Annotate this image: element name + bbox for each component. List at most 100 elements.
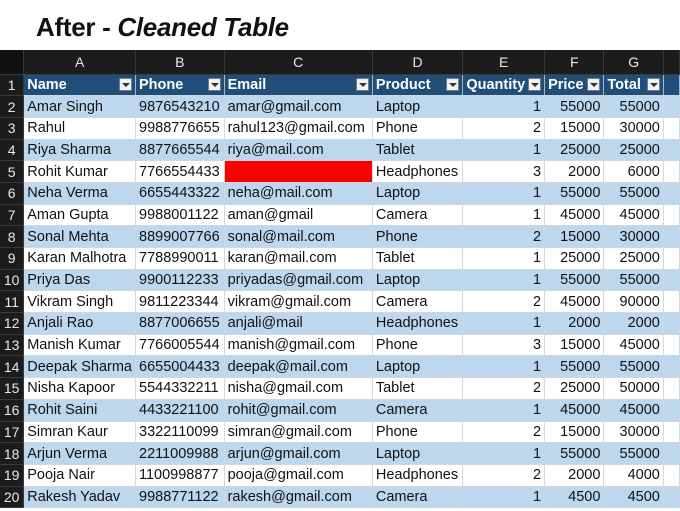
row-number[interactable]: 3 — [0, 117, 25, 140]
row-number[interactable]: 6 — [0, 182, 25, 205]
cell-quantity[interactable]: 2 — [462, 225, 546, 248]
cell-product[interactable]: Laptop — [372, 442, 464, 465]
row-number[interactable]: 1 — [0, 74, 25, 97]
cell-price[interactable]: 55000 — [544, 269, 605, 292]
cell-email[interactable]: deepak@mail.com — [224, 355, 373, 379]
cell-partial[interactable] — [663, 182, 680, 205]
row-number[interactable]: 13 — [0, 334, 25, 357]
cell-price[interactable]: 25000 — [544, 139, 605, 162]
row-number[interactable]: 11 — [0, 290, 25, 314]
cell-name[interactable]: Rakesh Yadav — [23, 486, 136, 509]
cell-price[interactable]: 25000 — [544, 247, 605, 270]
cell-price[interactable]: 2000 — [544, 464, 605, 487]
filter-dropdown-icon[interactable] — [646, 78, 660, 92]
cell-name[interactable]: Pooja Nair — [23, 464, 136, 487]
cell-phone[interactable]: 9876543210 — [135, 95, 225, 118]
cell-phone[interactable]: 9988776655 — [135, 117, 225, 140]
cell-product[interactable]: Headphones — [372, 312, 464, 335]
cell-partial[interactable] — [663, 442, 680, 465]
cell-quantity[interactable]: 1 — [462, 204, 546, 227]
column-letter[interactable]: D — [372, 50, 464, 75]
cell-product[interactable]: Phone — [372, 225, 464, 248]
cell-email[interactable]: simran@gmail.com — [224, 421, 373, 444]
column-letter-partial[interactable] — [663, 50, 680, 75]
cell-email[interactable] — [224, 160, 373, 183]
cell-product[interactable]: Phone — [372, 117, 464, 140]
cell-price[interactable]: 15000 — [544, 117, 605, 140]
row-number[interactable]: 19 — [0, 464, 25, 487]
cell-product[interactable]: Headphones — [372, 464, 464, 487]
column-letter[interactable]: E — [462, 50, 546, 75]
cell-email[interactable]: nisha@gmail.com — [224, 377, 373, 400]
cell-quantity[interactable]: 3 — [462, 160, 546, 183]
cell-quantity[interactable]: 1 — [462, 139, 546, 162]
cell-total[interactable]: 30000 — [603, 117, 664, 140]
cell-name[interactable]: Rohit Kumar — [23, 160, 136, 183]
header-cell-partial[interactable] — [663, 74, 680, 97]
cell-total[interactable]: 6000 — [603, 160, 664, 183]
cell-partial[interactable] — [663, 399, 680, 422]
header-cell-product[interactable]: Product — [372, 74, 464, 97]
filter-dropdown-icon[interactable] — [355, 78, 369, 92]
filter-dropdown-icon[interactable] — [587, 78, 601, 92]
cell-name[interactable]: Deepak Sharma — [23, 355, 136, 379]
row-number[interactable]: 9 — [0, 247, 25, 270]
cell-name[interactable]: Vikram Singh — [23, 290, 136, 314]
cell-product[interactable]: Camera — [372, 399, 464, 422]
cell-price[interactable]: 4500 — [544, 486, 605, 509]
cell-name[interactable]: Simran Kaur — [23, 421, 136, 444]
row-number[interactable]: 10 — [0, 269, 25, 292]
cell-phone[interactable]: 5544332211 — [135, 377, 225, 400]
cell-quantity[interactable]: 1 — [462, 247, 546, 270]
cell-price[interactable]: 2000 — [544, 160, 605, 183]
cell-name[interactable]: Anjali Rao — [23, 312, 136, 335]
cell-phone[interactable]: 8899007766 — [135, 225, 225, 248]
cell-phone[interactable]: 9988001122 — [135, 204, 225, 227]
cell-partial[interactable] — [663, 421, 680, 444]
header-cell-name[interactable]: Name — [23, 74, 136, 97]
cell-partial[interactable] — [663, 117, 680, 140]
cell-total[interactable]: 45000 — [603, 204, 664, 227]
cell-total[interactable]: 30000 — [603, 225, 664, 248]
row-number[interactable]: 16 — [0, 399, 25, 422]
cell-partial[interactable] — [663, 160, 680, 183]
filter-dropdown-icon[interactable] — [446, 78, 460, 92]
cell-quantity[interactable]: 1 — [462, 269, 546, 292]
cell-partial[interactable] — [663, 464, 680, 487]
cell-total[interactable]: 45000 — [603, 399, 664, 422]
cell-product[interactable]: Laptop — [372, 182, 464, 205]
cell-email[interactable]: sonal@mail.com — [224, 225, 373, 248]
cell-email[interactable]: rakesh@gmail.com — [224, 486, 373, 509]
filter-dropdown-icon[interactable] — [207, 78, 221, 92]
cell-product[interactable]: Tablet — [372, 377, 464, 400]
cell-name[interactable]: Aman Gupta — [23, 204, 136, 227]
cell-email[interactable]: priyadas@gmail.com — [224, 269, 373, 292]
cell-phone[interactable]: 8877665544 — [135, 139, 225, 162]
cell-quantity[interactable]: 1 — [462, 355, 546, 379]
cell-quantity[interactable]: 1 — [462, 312, 546, 335]
cell-product[interactable]: Headphones — [372, 160, 464, 183]
cell-phone[interactable]: 6655004433 — [135, 355, 225, 379]
cell-price[interactable]: 25000 — [544, 377, 605, 400]
column-letter[interactable]: G — [603, 50, 664, 75]
cell-email[interactable]: karan@mail.com — [224, 247, 373, 270]
row-number[interactable]: 20 — [0, 486, 25, 509]
cell-name[interactable]: Riya Sharma — [23, 139, 136, 162]
cell-price[interactable]: 2000 — [544, 312, 605, 335]
column-letter[interactable]: C — [224, 50, 373, 75]
cell-quantity[interactable]: 1 — [462, 399, 546, 422]
column-letter[interactable]: A — [23, 50, 136, 75]
cell-partial[interactable] — [663, 269, 680, 292]
cell-name[interactable]: Rohit Saini — [23, 399, 136, 422]
cell-product[interactable]: Tablet — [372, 139, 464, 162]
cell-partial[interactable] — [663, 139, 680, 162]
cell-price[interactable]: 15000 — [544, 225, 605, 248]
cell-total[interactable]: 30000 — [603, 421, 664, 444]
cell-price[interactable]: 45000 — [544, 399, 605, 422]
cell-quantity[interactable]: 3 — [462, 334, 546, 357]
header-cell-email[interactable]: Email — [224, 74, 373, 97]
row-number[interactable]: 14 — [0, 355, 25, 379]
cell-name[interactable]: Nisha Kapoor — [23, 377, 136, 400]
cell-phone[interactable]: 9988771122 — [135, 486, 225, 509]
cell-name[interactable]: Rahul — [23, 117, 136, 140]
